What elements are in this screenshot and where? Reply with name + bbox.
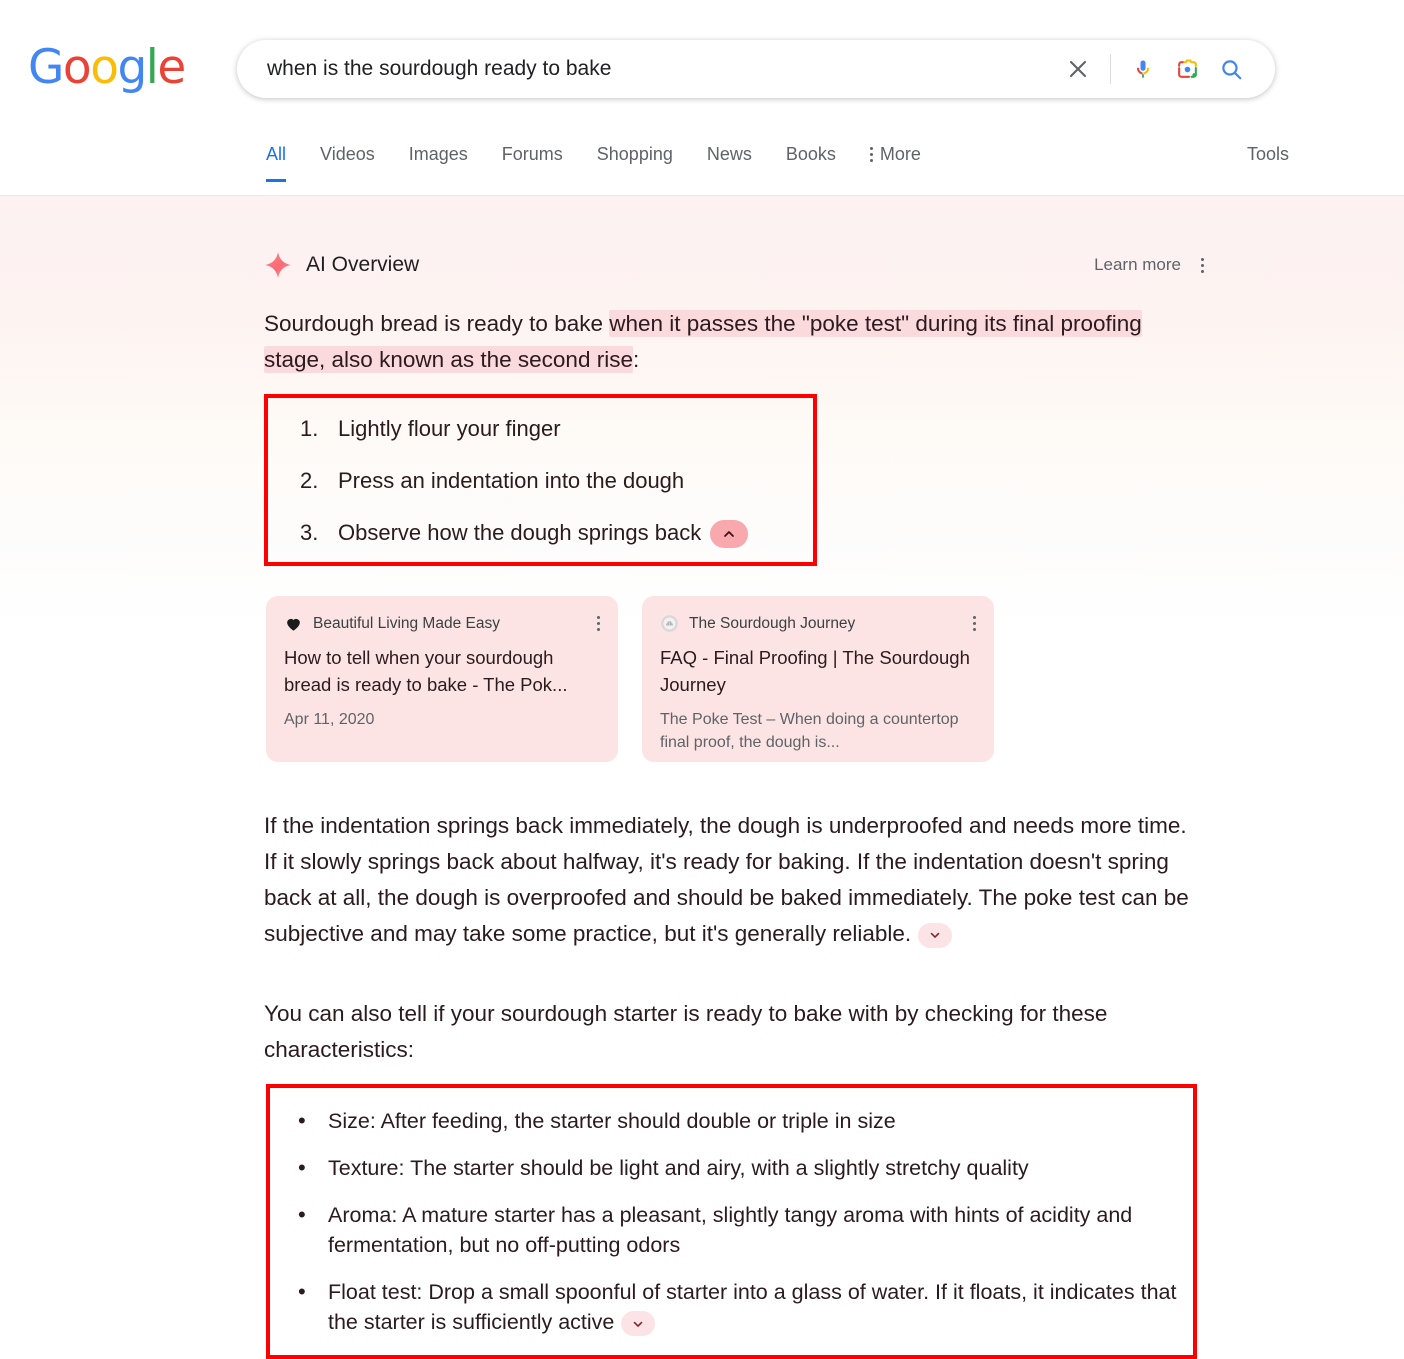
list-item: Press an indentation into the dough bbox=[268, 466, 803, 496]
list-item: Texture: The starter should be light and… bbox=[270, 1153, 1179, 1183]
tab-forums[interactable]: Forums bbox=[485, 140, 580, 182]
logo-letter-o1: o bbox=[62, 40, 92, 95]
list-item: Observe how the dough springs back bbox=[268, 518, 803, 549]
search-icon[interactable] bbox=[1209, 47, 1253, 91]
ai-overview-panel: AI Overview Learn more Sourdough bread i… bbox=[0, 196, 1404, 1359]
more-options-icon[interactable] bbox=[589, 616, 600, 632]
google-logo[interactable]: Google bbox=[28, 44, 186, 91]
list-item: Aroma: A mature starter has a pleasant, … bbox=[270, 1200, 1179, 1260]
more-label: More bbox=[879, 144, 921, 164]
black-heart-icon bbox=[287, 619, 300, 631]
tab-videos[interactable]: Videos bbox=[303, 140, 392, 182]
tab-label: Forums bbox=[501, 144, 563, 164]
poke-test-steps-list: Lightly flour your finger Press an inden… bbox=[264, 394, 817, 567]
google-lens-icon[interactable] bbox=[1165, 47, 1209, 91]
learn-more-link[interactable]: Learn more bbox=[1094, 255, 1181, 275]
divider bbox=[1110, 54, 1111, 84]
intro-plain-after: : bbox=[632, 347, 640, 372]
starter-intro-paragraph: You can also tell if your sourdough star… bbox=[264, 996, 1204, 1068]
starter-intro-text: You can also tell if your sourdough star… bbox=[264, 1001, 1108, 1063]
step-text: Observe how the dough springs back bbox=[338, 520, 702, 545]
ai-sparkle-icon bbox=[264, 251, 292, 279]
logo-letter-G: G bbox=[28, 40, 64, 95]
logo-letter-l: l bbox=[145, 40, 159, 95]
explanation-text: If the indentation springs back immediat… bbox=[264, 813, 1189, 947]
list-item: Lightly flour your finger bbox=[268, 414, 803, 444]
bullet-text: Texture: The starter should be light and… bbox=[328, 1156, 1029, 1181]
tab-label: All bbox=[266, 144, 287, 164]
logo-letter-e: e bbox=[157, 40, 186, 95]
search-header: Google when is the sourdough ready to ba… bbox=[0, 0, 1404, 196]
search-bar[interactable] bbox=[237, 40, 1275, 98]
logo-letter-o2: o bbox=[90, 40, 119, 95]
source-cards: Beautiful Living Made Easy How to tell w… bbox=[266, 596, 1404, 763]
chevron-up-icon[interactable] bbox=[710, 520, 749, 549]
microphone-icon[interactable] bbox=[1121, 47, 1165, 91]
source-title: How to tell when your sourdough bread is… bbox=[284, 647, 568, 696]
tab-shopping[interactable]: Shopping bbox=[580, 140, 690, 182]
search-tabs: All Videos Images Forums Shopping News B… bbox=[0, 140, 1404, 196]
source-name: Beautiful Living Made Easy bbox=[313, 614, 500, 632]
ai-overview-intro: Sourdough bread is ready to bake when it… bbox=[264, 306, 1204, 378]
source-meta: Apr 11, 2020 bbox=[284, 711, 375, 729]
source-name: The Sourdough Journey bbox=[689, 614, 856, 632]
starter-characteristics-list: Size: After feeding, the starter should … bbox=[266, 1084, 1197, 1359]
source-card-header: Beautiful Living Made Easy bbox=[284, 614, 600, 633]
chevron-down-icon[interactable] bbox=[621, 1311, 656, 1337]
search-input[interactable] bbox=[265, 56, 1056, 82]
step-text: Press an indentation into the dough bbox=[338, 468, 685, 493]
bullet-text: Float test: Drop a small spoonful of sta… bbox=[328, 1280, 1177, 1335]
chevron-down-icon[interactable] bbox=[918, 922, 953, 948]
source-card[interactable]: The Sourdough Journey FAQ - Final Proofi… bbox=[642, 596, 994, 763]
tab-label: News bbox=[706, 144, 752, 164]
ai-overview-header: AI Overview Learn more bbox=[264, 251, 1204, 279]
more-options-icon[interactable] bbox=[965, 616, 976, 632]
tab-all[interactable]: All bbox=[266, 140, 303, 182]
logo-letter-g: g bbox=[117, 40, 147, 95]
bullet-text: Aroma: A mature starter has a pleasant, … bbox=[328, 1203, 1133, 1258]
grey-circle-logo-icon bbox=[661, 615, 678, 632]
tab-label: Shopping bbox=[596, 144, 673, 164]
tab-images[interactable]: Images bbox=[392, 140, 485, 182]
search-bar-actions bbox=[1056, 47, 1275, 91]
tab-label: Videos bbox=[320, 144, 375, 164]
tab-news[interactable]: News bbox=[690, 140, 769, 182]
tools-label: Tools bbox=[1246, 144, 1289, 164]
intro-plain-before: Sourdough bread is ready to bake bbox=[264, 311, 610, 336]
source-meta: The Poke Test – When doing a countertop … bbox=[660, 711, 959, 752]
tools-button[interactable]: Tools bbox=[1247, 140, 1289, 182]
more-vert-icon bbox=[869, 147, 873, 162]
poke-test-explanation: If the indentation springs back immediat… bbox=[264, 808, 1204, 952]
ai-overview-title: AI Overview bbox=[306, 253, 420, 276]
list-item: Float test: Drop a small spoonful of sta… bbox=[270, 1277, 1179, 1337]
list-item: Size: After feeding, the starter should … bbox=[270, 1106, 1179, 1136]
ai-overview-header-actions: Learn more bbox=[1094, 255, 1204, 275]
close-icon[interactable] bbox=[1056, 47, 1100, 91]
source-card[interactable]: Beautiful Living Made Easy How to tell w… bbox=[266, 596, 618, 763]
more-menu-button[interactable]: More bbox=[853, 140, 938, 182]
tab-label: Images bbox=[408, 144, 468, 164]
more-options-icon[interactable] bbox=[1201, 257, 1204, 273]
bullet-text: Size: After feeding, the starter should … bbox=[328, 1109, 896, 1134]
step-text: Lightly flour your finger bbox=[338, 416, 561, 441]
source-title: FAQ - Final Proofing | The Sourdough Jou… bbox=[660, 647, 970, 696]
source-card-header: The Sourdough Journey bbox=[660, 614, 976, 633]
tab-books[interactable]: Books bbox=[769, 140, 853, 182]
tab-label: Books bbox=[785, 144, 836, 164]
